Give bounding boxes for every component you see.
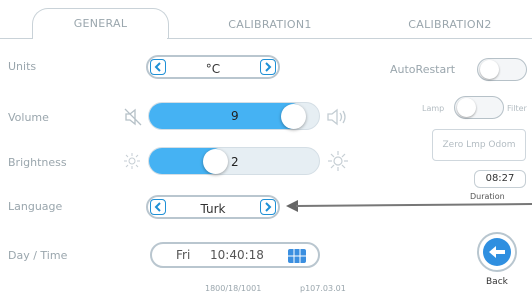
autorestart-toggle-knob: [480, 60, 499, 79]
duration-label: Duration: [470, 192, 505, 201]
lamp-filter-toggle[interactable]: [454, 96, 504, 119]
back-label: Back: [486, 277, 508, 287]
duration-value: 08:27: [474, 170, 526, 188]
speaker-mute-icon: [124, 108, 142, 126]
back-button[interactable]: [477, 232, 517, 272]
volume-slider[interactable]: 9: [148, 102, 320, 130]
daytime-label: Day / Time: [8, 249, 68, 262]
datetime-field[interactable]: Fri 10:40:18: [150, 242, 320, 268]
autorestart-label: AutoRestart: [390, 63, 456, 76]
tab-general[interactable]: GENERAL: [32, 8, 169, 39]
language-stepper: Turk: [146, 195, 280, 219]
units-value: °C: [205, 62, 221, 76]
language-next-button[interactable]: [260, 199, 276, 215]
chevron-right-icon: [265, 202, 272, 212]
brightness-slider-knob[interactable]: [203, 149, 228, 174]
brightness-label: Brightness: [8, 156, 67, 169]
day-value: Fri: [176, 248, 191, 262]
brightness-slider[interactable]: 2: [148, 147, 320, 175]
footer-right-text: p107.03.01: [300, 284, 346, 293]
tab-calibration1[interactable]: CALIBRATION1: [200, 10, 340, 40]
chevron-right-icon: [265, 62, 272, 72]
footer-left-text: 1800/18/1001: [205, 284, 262, 293]
lamp-filter-toggle-knob: [457, 98, 476, 117]
tab-calibration2[interactable]: CALIBRATION2: [380, 10, 520, 40]
tab-bar: GENERAL CALIBRATION1 CALIBRATION2: [0, 0, 532, 40]
language-label: Language: [8, 200, 63, 213]
time-value: 10:40:18: [210, 248, 264, 262]
back-arrow-icon: [483, 238, 511, 266]
speaker-icon: [327, 108, 346, 126]
autorestart-toggle[interactable]: [477, 58, 527, 81]
sun-dim-icon: [124, 153, 140, 169]
units-label: Units: [8, 60, 37, 73]
units-stepper: °C: [146, 55, 280, 79]
units-next-button[interactable]: [260, 59, 276, 75]
volume-value: 9: [231, 109, 239, 123]
sun-bright-icon: [328, 151, 348, 171]
brightness-value: 2: [231, 155, 239, 169]
volume-label: Volume: [8, 111, 49, 124]
tab-divider: [0, 38, 32, 39]
volume-slider-knob[interactable]: [281, 104, 306, 129]
filter-label: Filter: [507, 104, 527, 113]
lamp-label: Lamp: [422, 104, 445, 113]
zero-lamp-odometer-button[interactable]: Zero Lmp Odom: [432, 129, 526, 161]
calendar-icon[interactable]: [288, 249, 306, 263]
language-value: Turk: [200, 202, 226, 216]
